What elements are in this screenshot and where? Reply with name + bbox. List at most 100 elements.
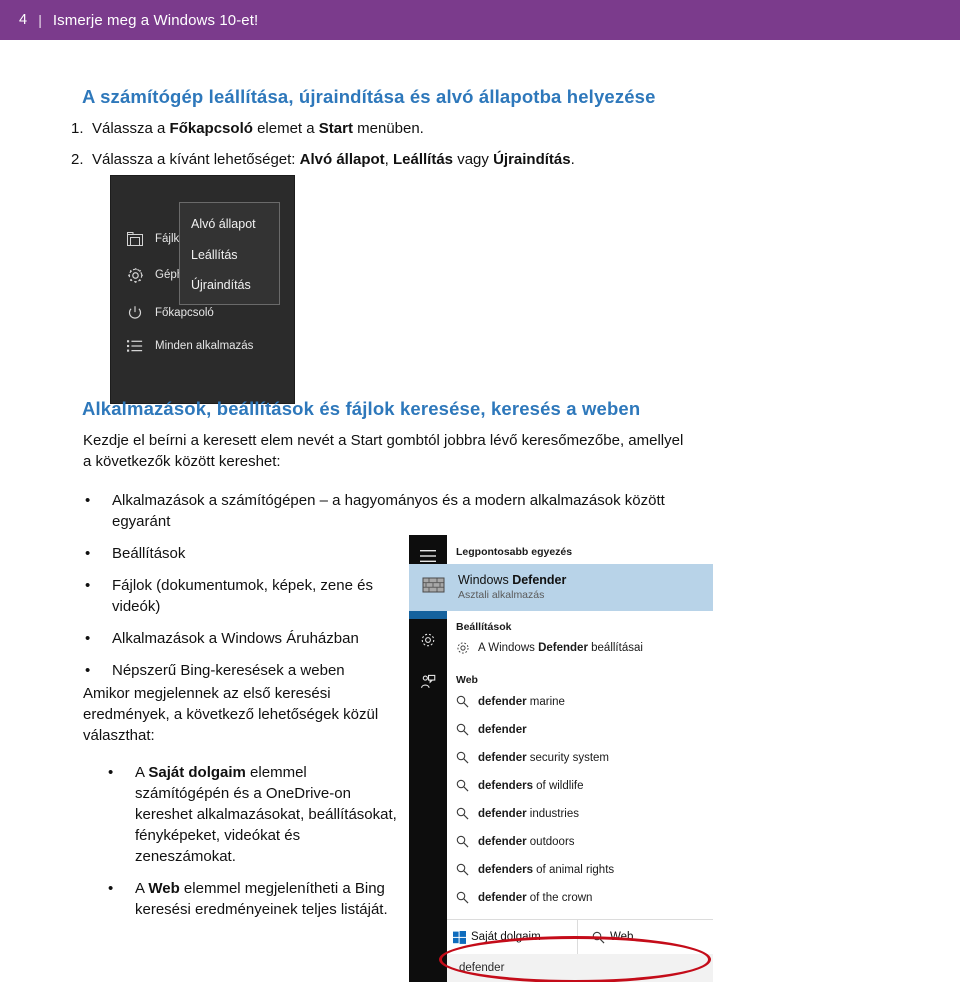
firewall-brick-icon [422, 575, 446, 600]
bullet-text: Alkalmazások a Windows Áruházban [112, 630, 359, 647]
all-apps-list-icon [125, 337, 145, 355]
bullet-text: Alkalmazások a számítógépen – a hagyomán… [112, 492, 665, 530]
power-icon [125, 304, 145, 322]
web-result-row[interactable]: defenders of animal rights [456, 863, 614, 876]
section2-heading: Alkalmazások, beállítások és fájlok kere… [82, 398, 641, 419]
popup-item-sleep[interactable]: Alvó állapot [191, 217, 256, 231]
start-menu-item-power[interactable]: Főkapcsoló [125, 304, 214, 322]
my-stuff-button[interactable]: Saját dolgaim [447, 930, 577, 944]
step-marker: 2. [71, 151, 84, 168]
list-item: • Alkalmazások a számítógépen – a hagyom… [85, 490, 685, 532]
list-item: • A Web elemmel megjelenítheti a Bing ke… [108, 878, 403, 920]
settings-result-row[interactable]: A Windows Defender beállításai [456, 641, 643, 655]
start-menu-item-settings[interactable]: Géph [125, 266, 183, 284]
document-body: A számítógép leállítása, újraindítása és… [0, 40, 960, 982]
numbered-step-2: 2. Válassza a kívánt lehetőséget: Alvó á… [62, 149, 722, 171]
start-menu-item-label: Főkapcsoló [155, 307, 214, 319]
best-match-result-row[interactable]: Windows Defender Asztali alkalmazás [409, 564, 713, 611]
list-item: • Beállítások [85, 543, 385, 564]
gear-icon [420, 632, 436, 648]
bullet-dot: • [85, 492, 91, 509]
web-result-text: defender industries [478, 807, 579, 820]
numbered-step-1: 1. Válassza a Főkapcsoló elemet a Start … [62, 118, 722, 140]
bullet-text: A Saját dolgaim elemmel számítógépén és … [135, 764, 397, 865]
search-input[interactable]: defender [447, 954, 713, 982]
web-result-row[interactable]: defenders of wildlife [456, 779, 583, 792]
web-button-label: Web [610, 931, 634, 943]
search-footer-bar: Saját dolgaim Web [447, 920, 713, 954]
search-input-value: defender [459, 962, 505, 974]
page-number: 4 [19, 12, 28, 28]
intro-line-2: a következők között kereshet: [83, 453, 281, 470]
search-icon [456, 863, 478, 876]
web-result-text: defender marine [478, 695, 565, 708]
power-options-popup: Alvó állapot Leállítás Újraindítás [179, 202, 280, 305]
search-icon [456, 723, 478, 736]
search-icon [456, 779, 478, 792]
header-title: Ismerje meg a Windows 10-et! [52, 11, 259, 29]
start-menu-screenshot: Fájlke Géph Főkapcsoló Minden alkalmazás… [111, 176, 294, 403]
search-icon [456, 751, 478, 764]
numbered-steps-list: 1. Válassza a Főkapcsoló elemet a Start … [62, 118, 722, 180]
bullet-dot: • [108, 880, 114, 897]
section1-heading: A számítógép leállítása, újraindítása és… [82, 86, 656, 107]
start-menu-item-label: Minden alkalmazás [155, 340, 254, 352]
step-marker: 1. [71, 120, 84, 137]
popup-item-shutdown[interactable]: Leállítás [191, 248, 238, 262]
folder-icon [125, 230, 145, 248]
my-stuff-label: Saját dolgaim [471, 931, 541, 943]
search-icon [586, 931, 610, 944]
web-result-row[interactable]: defender outdoors [456, 835, 575, 848]
best-match-text-block: Windows Defender Asztali alkalmazás [458, 573, 566, 602]
best-match-title: Windows Defender [458, 573, 567, 587]
start-menu-item-file-explorer[interactable]: Fájlke [125, 230, 186, 248]
bullet-dot: • [85, 545, 91, 562]
web-group-label: Web [456, 674, 478, 686]
header-separator: | [38, 12, 42, 28]
web-result-text: defenders of animal rights [478, 863, 615, 876]
step-text: Válassza a Főkapcsoló elemet a Start men… [92, 120, 424, 137]
web-result-row[interactable]: defender marine [456, 695, 565, 708]
gear-icon [125, 266, 145, 284]
web-result-text: defender security system [478, 751, 610, 764]
search-icon [456, 835, 478, 848]
web-result-row[interactable]: defender of the crown [456, 891, 592, 904]
web-result-text: defenders of wildlife [478, 779, 584, 792]
section2-intro-paragraph: Kezdje el beírni a keresett elem nevét a… [83, 430, 723, 472]
bullet-text: Fájlok (dokumentumok, képek, zene és vid… [112, 577, 373, 615]
bullet-dot: • [85, 662, 91, 679]
settings-button[interactable] [409, 619, 447, 661]
bullet-dot: • [108, 764, 114, 781]
section2-second-paragraph: Amikor megjelennek az első keresési ered… [83, 685, 379, 744]
web-result-row[interactable]: defender security system [456, 751, 609, 764]
list-item: • Népszerű Bing-keresések a weben [85, 660, 405, 681]
list-item: • A Saját dolgaim elemmel számítógépén é… [108, 762, 403, 867]
gear-icon [456, 641, 478, 655]
feedback-person-icon [420, 674, 436, 690]
page-header-bar: 4 | Ismerje meg a Windows 10-et! [0, 0, 960, 40]
bullet-dot: • [85, 577, 91, 594]
windows-search-screenshot: Legpontosabb egyezés Windows Defender As… [409, 535, 713, 982]
best-match-subtitle: Asztali alkalmazás [458, 589, 545, 601]
intro-line-1: Kezdje el beírni a keresett elem nevét a… [83, 432, 684, 449]
search-icon [456, 891, 478, 904]
list-item: • Alkalmazások a Windows Áruházban [85, 628, 405, 649]
settings-group-label: Beállítások [456, 621, 512, 633]
web-result-row[interactable]: defender [456, 723, 527, 736]
list-item: • Fájlok (dokumentumok, képek, zene és v… [85, 575, 385, 617]
web-result-text: defender of the crown [478, 891, 593, 904]
windows-logo-icon [447, 930, 471, 944]
web-result-row[interactable]: defender industries [456, 807, 579, 820]
section2-bullet-list-2: • A Saját dolgaim elemmel számítógépén é… [108, 762, 408, 931]
search-icon [456, 695, 478, 708]
settings-result-text: A Windows Defender beállításai [478, 642, 643, 654]
start-menu-item-all-apps[interactable]: Minden alkalmazás [125, 337, 253, 355]
feedback-button[interactable] [409, 661, 447, 703]
web-button[interactable]: Web [578, 931, 633, 944]
web-result-text: defender outdoors [478, 835, 575, 848]
popup-item-restart[interactable]: Újraindítás [191, 278, 251, 292]
bullet-text: Beállítások [112, 545, 186, 562]
search-icon [456, 807, 478, 820]
hamburger-menu-icon [420, 550, 436, 562]
bullet-dot: • [85, 630, 91, 647]
